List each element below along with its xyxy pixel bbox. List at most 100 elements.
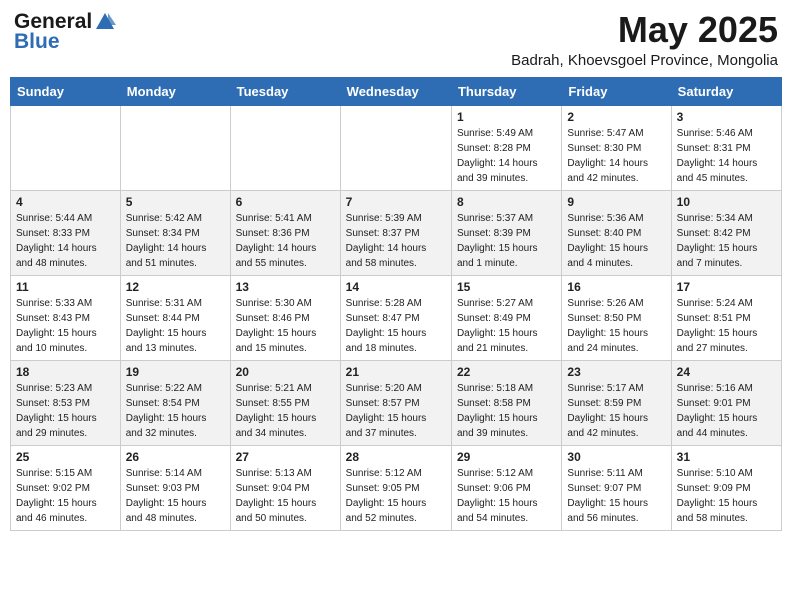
calendar-cell: 3Sunrise: 5:46 AMSunset: 8:31 PMDaylight… bbox=[671, 105, 781, 190]
day-number: 29 bbox=[457, 450, 556, 464]
calendar-cell bbox=[120, 105, 230, 190]
day-info: Sunrise: 5:13 AMSunset: 9:04 PMDaylight:… bbox=[236, 466, 335, 526]
calendar-week-2: 4Sunrise: 5:44 AMSunset: 8:33 PMDaylight… bbox=[11, 190, 782, 275]
day-number: 23 bbox=[567, 365, 665, 379]
calendar-cell: 2 Sunrise: 5:47 AMSunset: 8:30 PMDaylight… bbox=[562, 105, 671, 190]
weekday-header-row: SundayMondayTuesdayWednesdayThursdayFrid… bbox=[11, 77, 782, 105]
calendar-cell: 21 Sunrise: 5:20 AMSunset: 8:57 PMDayligh… bbox=[340, 360, 451, 445]
logo-icon bbox=[94, 11, 116, 33]
day-info: Sunrise: 5:33 AMSunset: 8:43 PMDaylight:… bbox=[16, 296, 115, 356]
day-info: Sunrise: 5:46 AMSunset: 8:31 PMDaylight:… bbox=[677, 126, 776, 186]
calendar-cell: 11 Sunrise: 5:33 AMSunset: 8:43 PMDayligh… bbox=[11, 275, 121, 360]
calendar-cell bbox=[340, 105, 451, 190]
day-info: Sunrise: 5:26 AMSunset: 8:50 PMDaylight:… bbox=[567, 296, 665, 356]
day-number: 22 bbox=[457, 365, 556, 379]
day-info: Sunrise: 5:14 AMSunset: 9:03 PMDaylight:… bbox=[126, 466, 225, 526]
calendar-table: SundayMondayTuesdayWednesdayThursdayFrid… bbox=[10, 77, 782, 531]
day-number: 1 bbox=[457, 110, 556, 124]
day-info: Sunrise: 5:17 AMSunset: 8:59 PMDaylight:… bbox=[567, 381, 665, 441]
day-number: 12 bbox=[126, 280, 225, 294]
day-info: Sunrise: 5:28 AMSunset: 8:47 PMDaylight:… bbox=[346, 296, 446, 356]
day-number: 5 bbox=[126, 195, 225, 209]
day-number: 8 bbox=[457, 195, 556, 209]
calendar-cell: 16 Sunrise: 5:26 AMSunset: 8:50 PMDayligh… bbox=[562, 275, 671, 360]
weekday-header-sunday: Sunday bbox=[11, 77, 121, 105]
calendar-cell: 9 Sunrise: 5:36 AMSunset: 8:40 PMDaylight… bbox=[562, 190, 671, 275]
main-title: May 2025 bbox=[511, 10, 778, 50]
day-number: 9 bbox=[567, 195, 665, 209]
day-info: Sunrise: 5:39 AMSunset: 8:37 PMDaylight:… bbox=[346, 211, 446, 271]
day-info: Sunrise: 5:10 AMSunset: 9:09 PMDaylight:… bbox=[677, 466, 776, 526]
weekday-header-monday: Monday bbox=[120, 77, 230, 105]
day-number: 16 bbox=[567, 280, 665, 294]
day-info: Sunrise: 5:41 AMSunset: 8:36 PMDaylight:… bbox=[236, 211, 335, 271]
calendar-cell: 31 Sunrise: 5:10 AMSunset: 9:09 PMDayligh… bbox=[671, 445, 781, 530]
calendar-cell: 18 Sunrise: 5:23 AMSunset: 8:53 PMDayligh… bbox=[11, 360, 121, 445]
day-info: Sunrise: 5:24 AMSunset: 8:51 PMDaylight:… bbox=[677, 296, 776, 356]
day-number: 28 bbox=[346, 450, 446, 464]
calendar-cell: 29 Sunrise: 5:12 AMSunset: 9:06 PMDayligh… bbox=[451, 445, 561, 530]
day-number: 19 bbox=[126, 365, 225, 379]
day-info: Sunrise: 5:16 AMSunset: 9:01 PMDaylight:… bbox=[677, 381, 776, 441]
calendar-cell: 30 Sunrise: 5:11 AMSunset: 9:07 PMDayligh… bbox=[562, 445, 671, 530]
day-info: Sunrise: 5:12 AMSunset: 9:05 PMDaylight:… bbox=[346, 466, 446, 526]
day-number: 6 bbox=[236, 195, 335, 209]
day-number: 17 bbox=[677, 280, 776, 294]
day-info: Sunrise: 5:36 AMSunset: 8:40 PMDaylight:… bbox=[567, 211, 665, 271]
calendar-cell: 7 Sunrise: 5:39 AMSunset: 8:37 PMDaylight… bbox=[340, 190, 451, 275]
calendar-cell: 10Sunrise: 5:34 AMSunset: 8:42 PMDayligh… bbox=[671, 190, 781, 275]
calendar-cell: 23 Sunrise: 5:17 AMSunset: 8:59 PMDayligh… bbox=[562, 360, 671, 445]
day-number: 2 bbox=[567, 110, 665, 124]
calendar-cell: 26 Sunrise: 5:14 AMSunset: 9:03 PMDayligh… bbox=[120, 445, 230, 530]
day-number: 7 bbox=[346, 195, 446, 209]
calendar-cell: 25 Sunrise: 5:15 AMSunset: 9:02 PMDayligh… bbox=[11, 445, 121, 530]
calendar-cell bbox=[11, 105, 121, 190]
day-info: Sunrise: 5:20 AMSunset: 8:57 PMDaylight:… bbox=[346, 381, 446, 441]
day-info: Sunrise: 5:27 AMSunset: 8:49 PMDaylight:… bbox=[457, 296, 556, 356]
logo-blue: Blue bbox=[14, 30, 60, 54]
calendar-cell: 28 Sunrise: 5:12 AMSunset: 9:05 PMDayligh… bbox=[340, 445, 451, 530]
day-number: 31 bbox=[677, 450, 776, 464]
calendar-week-1: 1 Sunrise: 5:49 AMSunset: 8:28 PMDaylight… bbox=[11, 105, 782, 190]
day-info: Sunrise: 5:30 AMSunset: 8:46 PMDaylight:… bbox=[236, 296, 335, 356]
day-info: Sunrise: 5:23 AMSunset: 8:53 PMDaylight:… bbox=[16, 381, 115, 441]
calendar-cell: 6 Sunrise: 5:41 AMSunset: 8:36 PMDaylight… bbox=[230, 190, 340, 275]
day-number: 14 bbox=[346, 280, 446, 294]
calendar-cell: 24Sunrise: 5:16 AMSunset: 9:01 PMDayligh… bbox=[671, 360, 781, 445]
calendar-cell: 14 Sunrise: 5:28 AMSunset: 8:47 PMDayligh… bbox=[340, 275, 451, 360]
day-number: 25 bbox=[16, 450, 115, 464]
calendar-week-4: 18 Sunrise: 5:23 AMSunset: 8:53 PMDayligh… bbox=[11, 360, 782, 445]
weekday-header-wednesday: Wednesday bbox=[340, 77, 451, 105]
day-info: Sunrise: 5:49 AMSunset: 8:28 PMDaylight:… bbox=[457, 126, 556, 186]
weekday-header-tuesday: Tuesday bbox=[230, 77, 340, 105]
day-info: Sunrise: 5:11 AMSunset: 9:07 PMDaylight:… bbox=[567, 466, 665, 526]
calendar-cell: 5 Sunrise: 5:42 AMSunset: 8:34 PMDaylight… bbox=[120, 190, 230, 275]
day-number: 18 bbox=[16, 365, 115, 379]
day-info: Sunrise: 5:42 AMSunset: 8:34 PMDaylight:… bbox=[126, 211, 225, 271]
weekday-header-friday: Friday bbox=[562, 77, 671, 105]
day-number: 27 bbox=[236, 450, 335, 464]
calendar-cell: 20 Sunrise: 5:21 AMSunset: 8:55 PMDayligh… bbox=[230, 360, 340, 445]
calendar-cell bbox=[230, 105, 340, 190]
calendar-cell: 19Sunrise: 5:22 AMSunset: 8:54 PMDayligh… bbox=[120, 360, 230, 445]
day-info: Sunrise: 5:47 AMSunset: 8:30 PMDaylight:… bbox=[567, 126, 665, 186]
calendar-week-5: 25 Sunrise: 5:15 AMSunset: 9:02 PMDayligh… bbox=[11, 445, 782, 530]
day-number: 20 bbox=[236, 365, 335, 379]
day-number: 30 bbox=[567, 450, 665, 464]
day-info: Sunrise: 5:15 AMSunset: 9:02 PMDaylight:… bbox=[16, 466, 115, 526]
day-number: 21 bbox=[346, 365, 446, 379]
day-info: Sunrise: 5:37 AMSunset: 8:39 PMDaylight:… bbox=[457, 211, 556, 271]
day-info: Sunrise: 5:21 AMSunset: 8:55 PMDaylight:… bbox=[236, 381, 335, 441]
day-number: 26 bbox=[126, 450, 225, 464]
calendar-cell: 8 Sunrise: 5:37 AMSunset: 8:39 PMDaylight… bbox=[451, 190, 561, 275]
day-info: Sunrise: 5:18 AMSunset: 8:58 PMDaylight:… bbox=[457, 381, 556, 441]
day-info: Sunrise: 5:12 AMSunset: 9:06 PMDaylight:… bbox=[457, 466, 556, 526]
calendar-cell: 17 Sunrise: 5:24 AMSunset: 8:51 PMDayligh… bbox=[671, 275, 781, 360]
day-number: 11 bbox=[16, 280, 115, 294]
subtitle: Badrah, Khoevsgoel Province, Mongolia bbox=[511, 52, 778, 69]
calendar-cell: 1 Sunrise: 5:49 AMSunset: 8:28 PMDaylight… bbox=[451, 105, 561, 190]
weekday-header-thursday: Thursday bbox=[451, 77, 561, 105]
page-header: General Blue May 2025 Badrah, Khoevsgoel… bbox=[10, 10, 782, 69]
calendar-cell: 13Sunrise: 5:30 AMSunset: 8:46 PMDayligh… bbox=[230, 275, 340, 360]
title-block: May 2025 Badrah, Khoevsgoel Province, Mo… bbox=[511, 10, 778, 69]
